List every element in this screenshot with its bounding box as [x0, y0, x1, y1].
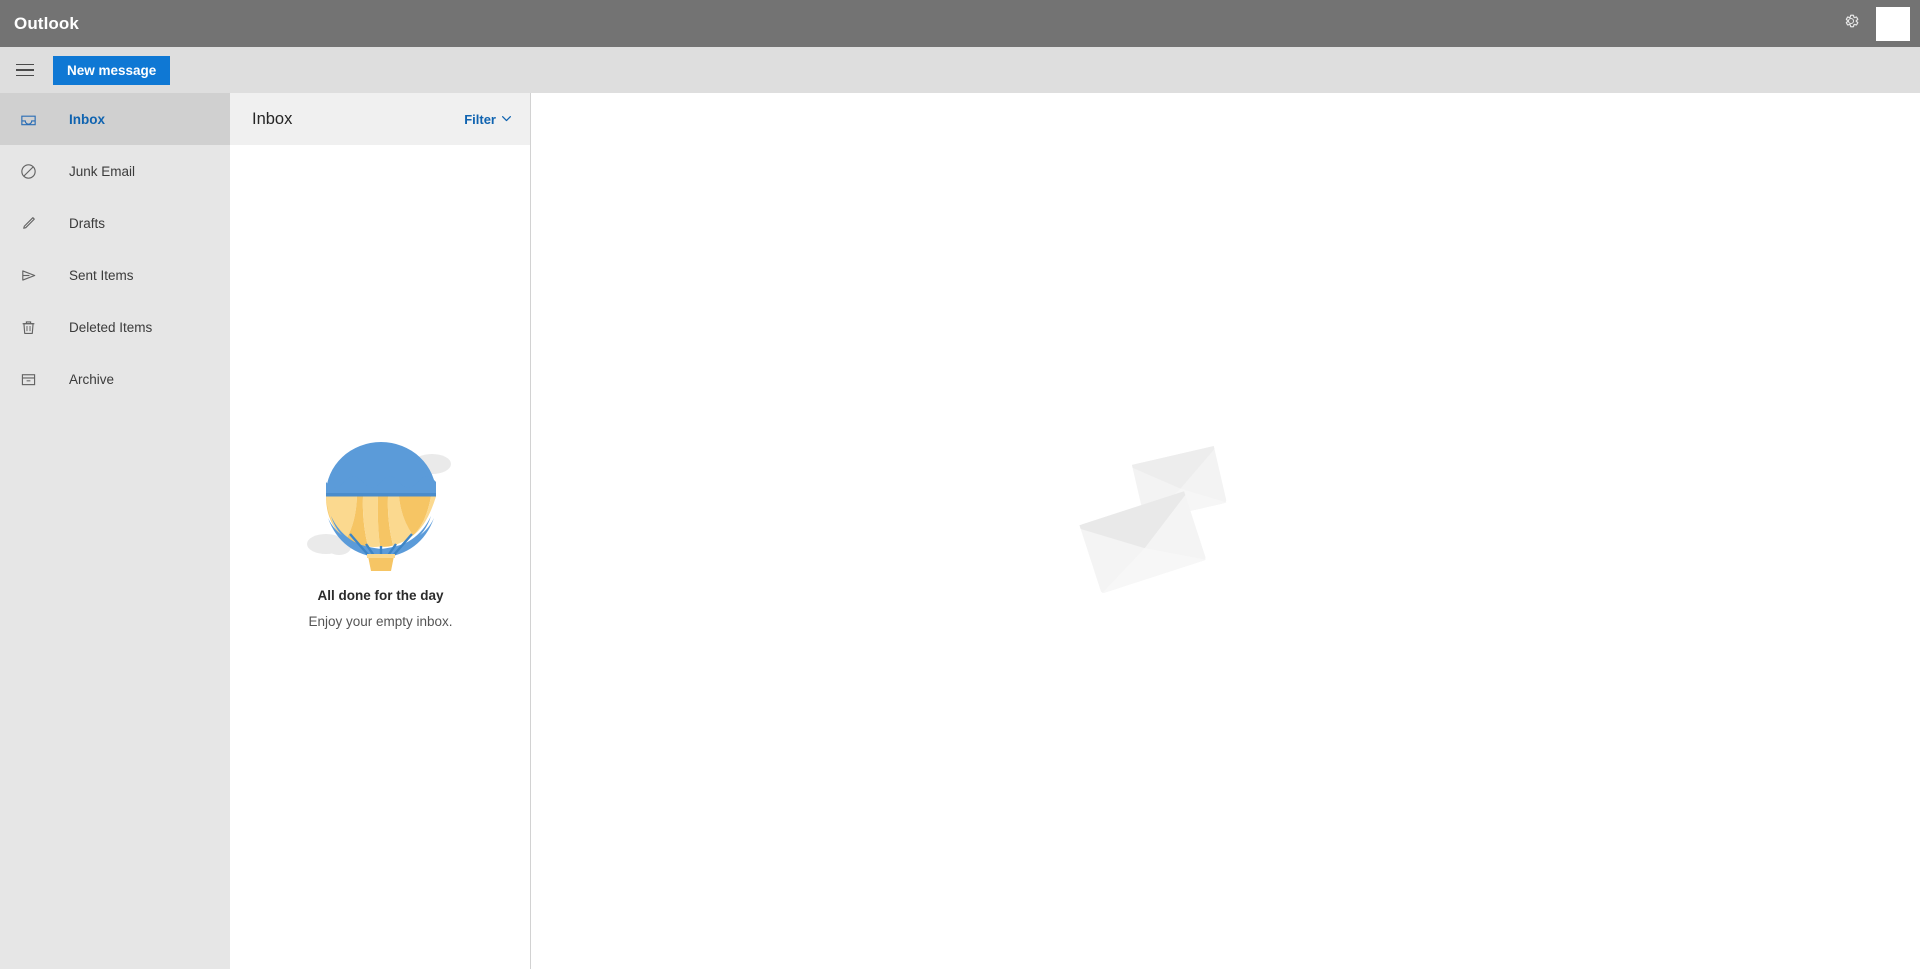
sidebar-item-junk-email[interactable]: Junk Email	[0, 145, 230, 197]
empty-inbox-state: All done for the day Enjoy your empty in…	[230, 438, 531, 629]
settings-button[interactable]	[1834, 7, 1868, 41]
sidebar-item-archive[interactable]: Archive	[0, 353, 230, 405]
paper-plane-icon	[11, 266, 45, 285]
sidebar-item-sent-items[interactable]: Sent Items	[0, 249, 230, 301]
hamburger-menu-icon[interactable]	[7, 52, 43, 88]
hamburger-line	[16, 74, 34, 77]
message-list-panel: Inbox Filter All done for the day Enjoy …	[230, 93, 531, 969]
sidebar-item-label: Deleted Items	[69, 319, 153, 335]
reading-pane	[531, 93, 1920, 969]
filter-button-label: Filter	[464, 111, 496, 127]
new-message-button[interactable]: New message	[53, 55, 171, 85]
sidebar-item-label: Drafts	[69, 215, 106, 231]
filter-button[interactable]: Filter	[464, 112, 512, 127]
empty-state-subtitle: Enjoy your empty inbox.	[308, 614, 453, 629]
command-bar: New message	[0, 47, 1920, 93]
archive-box-icon	[11, 370, 45, 389]
message-list-header: Inbox Filter	[230, 93, 530, 145]
sidebar-item-inbox[interactable]: Inbox	[0, 93, 230, 145]
pencil-icon	[11, 214, 45, 233]
top-bar-actions	[1834, 0, 1920, 47]
inbox-tray-icon	[11, 110, 45, 129]
sidebar-item-label: Inbox	[69, 111, 105, 127]
sidebar-item-label: Sent Items	[69, 267, 134, 283]
two-envelopes-icon	[1069, 443, 1249, 594]
hamburger-line	[16, 69, 34, 71]
gear-icon	[1842, 12, 1860, 35]
sidebar-item-deleted-items[interactable]: Deleted Items	[0, 301, 230, 353]
folder-sidebar: Inbox Junk Email Drafts Sent Items Delet…	[0, 93, 230, 969]
empty-state-title: All done for the day	[317, 588, 444, 603]
sidebar-item-drafts[interactable]: Drafts	[0, 197, 230, 249]
trash-bin-icon	[11, 318, 45, 337]
app-brand-title: Outlook	[14, 13, 79, 33]
chevron-down-icon	[501, 112, 512, 127]
block-circle-slash-icon	[11, 162, 45, 181]
hamburger-line	[16, 63, 34, 66]
page-title: Inbox	[252, 109, 293, 128]
top-app-bar: Outlook	[0, 0, 1920, 47]
hot-air-balloon-icon	[306, 438, 456, 573]
sidebar-item-label: Archive	[69, 371, 115, 387]
user-avatar[interactable]	[1876, 6, 1910, 41]
sidebar-item-label: Junk Email	[69, 163, 136, 179]
